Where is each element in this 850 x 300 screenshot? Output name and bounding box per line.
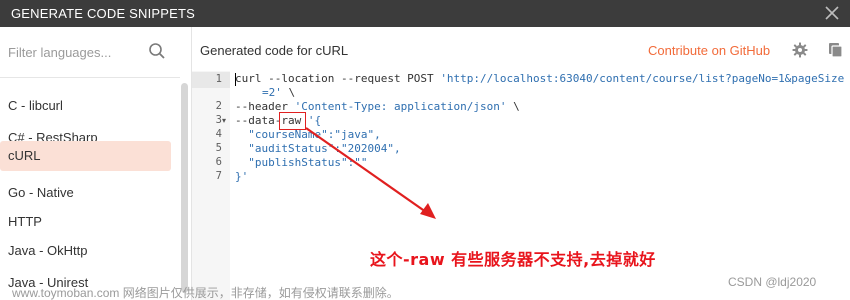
language-search [0, 38, 180, 66]
line-number: 5 [215, 142, 222, 154]
line-number: 4 [215, 128, 222, 140]
raw-highlight-box [279, 112, 306, 130]
code-line-1: curl --location --request POST 'http://l… [235, 72, 844, 85]
csdn-credit: CSDN @ldj2020 [728, 275, 817, 289]
search-icon[interactable] [148, 42, 166, 60]
code-line-7: }' [235, 170, 249, 183]
code-line-1-wrap: =2' \ [262, 86, 295, 99]
dialog-title: GENERATE CODE SNIPPETS [11, 6, 196, 21]
line-number: 6 [215, 156, 222, 168]
code-line-4: "courseName":"java", [235, 128, 381, 141]
filter-languages-input[interactable] [8, 40, 140, 64]
line-number: 1 [192, 72, 230, 88]
annotation-text: 这个-raw 有些服务器不支持,去掉就好 [370, 250, 656, 269]
generated-code-title: Generated code for cURL [200, 43, 349, 58]
line-number: 7 [215, 170, 222, 182]
language-item-http[interactable]: HTTP [0, 207, 172, 237]
code-string: '{ [307, 114, 322, 127]
contribute-github-link[interactable]: Contribute on GitHub [648, 43, 770, 58]
line-number-gutter: 1 2 3 ▾ 4 5 6 7 [192, 71, 230, 300]
copy-icon[interactable] [828, 42, 844, 58]
code-string: =2' [262, 86, 282, 99]
dialog-titlebar: GENERATE CODE SNIPPETS [0, 0, 850, 27]
language-item-java-okhttp[interactable]: Java - OkHttp [0, 236, 172, 266]
watermark: www.toymoban.com 网络图片仅供展示，非存储，如有侵权请联系删除。 [12, 286, 399, 300]
language-sidebar: C - libcurl C# - RestSharp cURL Go - Nat… [0, 27, 188, 300]
line-number: 2 [215, 100, 222, 112]
close-icon[interactable] [823, 4, 841, 22]
code-token: \ [281, 86, 296, 99]
sidebar-scrollbar[interactable] [181, 83, 188, 293]
code-token: curl --location --request POST [235, 72, 441, 85]
code-string: 'Content-Type: application/json' [294, 100, 507, 113]
code-line-5: "auditStatus":"202004", [235, 142, 401, 155]
code-line-6: "publishStatus":"" [235, 156, 368, 169]
fold-toggle-icon[interactable]: ▾ [222, 116, 226, 125]
code-line-2: --header 'Content-Type: application/json… [235, 100, 520, 113]
language-item-c-libcurl[interactable]: C - libcurl [0, 91, 172, 121]
line-number: 3 [215, 114, 222, 126]
language-list: C - libcurl C# - RestSharp cURL Go - Nat… [0, 78, 172, 300]
code-token: \ [506, 100, 520, 113]
language-item-curl[interactable]: cURL [0, 141, 171, 171]
code-string: 'http://localhost:63040/content/course/l… [440, 72, 845, 85]
language-item-go-native[interactable]: Go - Native [0, 178, 172, 208]
code-header: Generated code for cURL Contribute on Gi… [192, 27, 850, 71]
gear-icon[interactable] [792, 42, 808, 58]
